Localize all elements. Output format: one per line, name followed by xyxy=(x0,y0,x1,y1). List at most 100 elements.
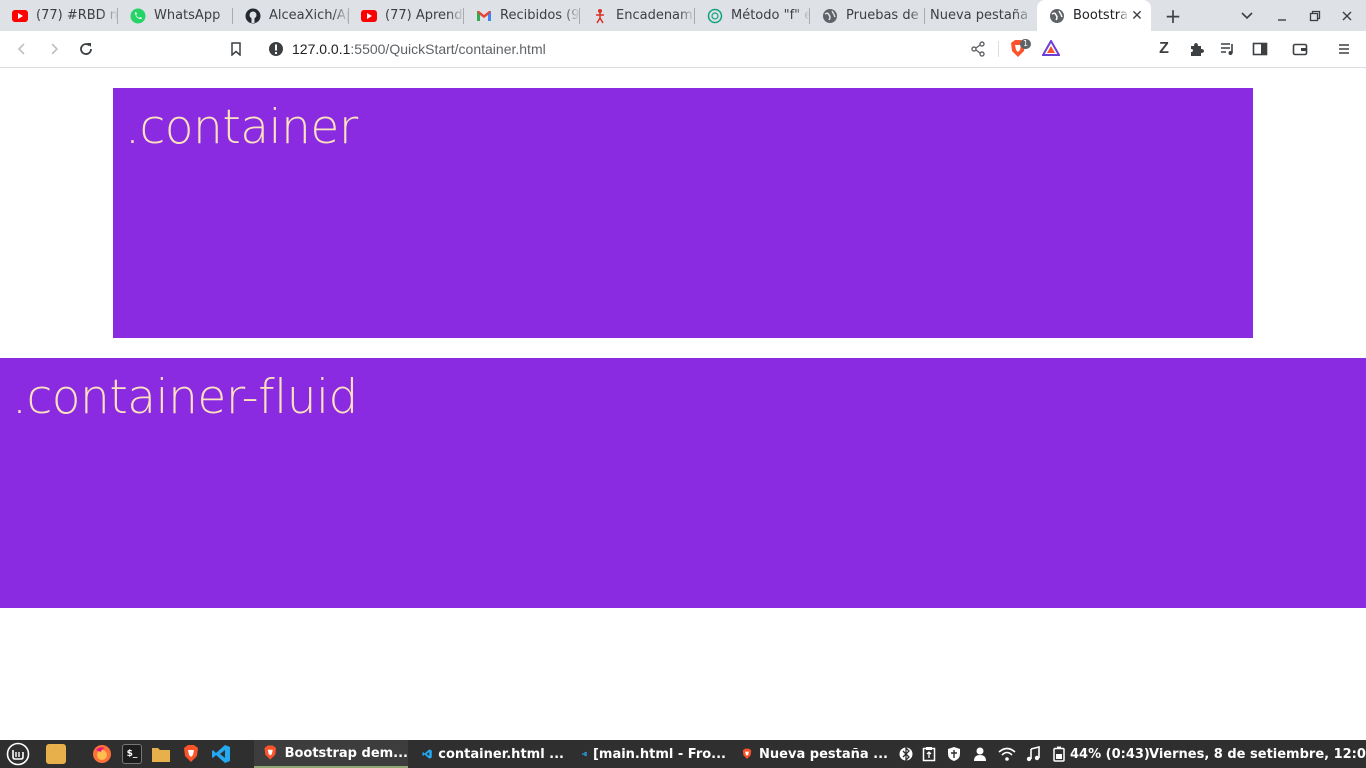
gmail-icon xyxy=(476,8,492,24)
restore-icon xyxy=(1309,10,1321,22)
forward-arrow-icon xyxy=(51,43,59,55)
page-content: .container .container-fluid xyxy=(0,68,1366,740)
task-main-html[interactable]: [main.html - Fro... xyxy=(574,740,726,768)
container-box: .container xyxy=(113,88,1253,338)
close-tab-icon[interactable]: ✕ xyxy=(1129,8,1145,24)
task-label: Nueva pestaña ... xyxy=(759,746,888,762)
task-container-html[interactable]: container.html ... xyxy=(414,740,564,768)
omnibox-divider xyxy=(998,41,999,57)
tab-title: WhatsApp xyxy=(154,8,221,23)
info-icon[interactable] xyxy=(268,41,284,61)
container-label: .container xyxy=(125,100,358,155)
zotero-extension-button[interactable]: Z xyxy=(1150,35,1178,63)
reload-button[interactable] xyxy=(72,35,100,63)
share-icon[interactable] xyxy=(970,41,986,61)
brave-launcher[interactable] xyxy=(181,740,201,768)
brave-icon xyxy=(264,745,277,760)
wallet-button[interactable] xyxy=(1286,35,1314,63)
globe-icon xyxy=(822,8,838,24)
reload-icon xyxy=(80,43,92,55)
media-controls-button[interactable] xyxy=(1214,35,1242,63)
tab-github[interactable]: AlceaXich/Ap xyxy=(233,0,349,31)
bookmark-button[interactable] xyxy=(222,35,250,63)
tab-gmail[interactable]: Recibidos (94 xyxy=(464,0,580,31)
files-launcher[interactable] xyxy=(151,740,171,768)
sidebar-button[interactable] xyxy=(1246,35,1274,63)
tab-metodo-f[interactable]: Método "f" e xyxy=(695,0,810,31)
desktop-icon xyxy=(46,744,66,764)
tab-title: (77) #RBD mi xyxy=(36,8,118,23)
shield-icon xyxy=(948,747,960,761)
close-window-button[interactable] xyxy=(1333,4,1361,28)
show-desktop-button[interactable] xyxy=(46,740,66,768)
task-label: container.html ... xyxy=(438,746,564,762)
minimize-button[interactable] xyxy=(1268,4,1296,28)
extensions-button[interactable] xyxy=(1182,35,1210,63)
tab-title: Encadenamie xyxy=(616,8,695,23)
address-bar[interactable]: 127.0.0.1:5500/QuickStart/container.html… xyxy=(258,34,1070,64)
tab-nueva-pestana[interactable]: Nueva pestaña xyxy=(925,0,1035,31)
github-icon xyxy=(245,8,261,24)
user-icon xyxy=(974,747,986,761)
playlist-icon xyxy=(1221,43,1233,55)
tab-pruebas[interactable]: Pruebas de lo xyxy=(810,0,925,31)
wallet-icon xyxy=(1292,43,1308,56)
hamburger-menu-icon xyxy=(1339,44,1349,54)
brave-shields-icon[interactable]: 1 xyxy=(1008,39,1032,63)
task-label: [main.html - Fro... xyxy=(592,746,726,762)
forward-button[interactable] xyxy=(40,35,68,63)
tab-title: Nueva pestaña xyxy=(930,8,1029,23)
url-text[interactable]: 127.0.0.1:5500/QuickStart/container.html xyxy=(292,41,546,57)
firefox-icon xyxy=(93,745,111,763)
back-button[interactable] xyxy=(8,35,36,63)
clipboard-icon xyxy=(922,747,936,762)
stickman-icon xyxy=(592,8,608,24)
tab-whatsapp[interactable]: WhatsApp xyxy=(118,0,233,31)
restore-button[interactable] xyxy=(1301,4,1329,28)
bluetooth-icon xyxy=(899,746,913,762)
battery-tray[interactable]: 44% (0:43) xyxy=(1052,740,1150,768)
clock-tray[interactable]: Viernes, 8 de setiembre, 12:07:38 xyxy=(1149,740,1366,768)
network-tray[interactable] xyxy=(998,740,1016,768)
task-nueva-pestana[interactable]: Nueva pestaña ... xyxy=(733,740,888,768)
tab-youtube-rbd[interactable]: (77) #RBD mi xyxy=(0,0,118,31)
sidebar-icon xyxy=(1252,42,1268,56)
terminal-launcher[interactable]: $_ xyxy=(122,740,142,768)
sound-tray[interactable] xyxy=(1025,740,1041,768)
update-manager-tray[interactable] xyxy=(946,740,962,768)
task-bootstrap[interactable]: Bootstrap dem... xyxy=(254,740,408,768)
tab-title: Método "f" e xyxy=(731,8,810,23)
user-tray[interactable] xyxy=(973,740,987,768)
taskbar: $_ Bootstrap dem... container.html ... [… xyxy=(0,740,1366,768)
back-arrow-icon xyxy=(17,43,25,55)
chatgpt-icon xyxy=(707,8,723,24)
shields-badge: 1 xyxy=(1020,39,1032,49)
clipboard-tray[interactable] xyxy=(922,740,936,768)
folder-icon xyxy=(152,748,170,762)
tab-encadenamiento[interactable]: Encadenamie xyxy=(580,0,695,31)
tab-title: (77) Aprende xyxy=(385,8,464,23)
bookmark-icon xyxy=(231,42,241,56)
vscode-launcher[interactable] xyxy=(211,740,231,768)
youtube-icon xyxy=(12,8,28,24)
new-tab-button[interactable]: + xyxy=(1159,4,1187,28)
tab-search-button[interactable] xyxy=(1233,4,1261,28)
music-note-icon xyxy=(1026,746,1040,762)
tab-bootstrap-active[interactable]: Bootstrap ✕ xyxy=(1037,0,1151,31)
container-fluid-box: .container-fluid xyxy=(0,358,1366,608)
wifi-icon xyxy=(998,747,1016,761)
browser-toolbar: 127.0.0.1:5500/QuickStart/container.html… xyxy=(0,31,1366,68)
brave-rewards-icon[interactable] xyxy=(1041,38,1061,60)
brave-icon xyxy=(184,745,198,762)
clock-text: Viernes, 8 de setiembre, 12:07:38 xyxy=(1149,746,1366,762)
globe-icon xyxy=(1049,8,1065,24)
bluetooth-tray[interactable] xyxy=(899,740,913,768)
menu-button[interactable] xyxy=(1330,35,1358,63)
mint-menu-button[interactable] xyxy=(6,740,30,768)
url-host: 127.0.0.1 xyxy=(292,41,351,57)
tab-youtube-aprende[interactable]: (77) Aprende xyxy=(349,0,464,31)
puzzle-icon xyxy=(1191,43,1204,56)
firefox-launcher[interactable] xyxy=(92,740,112,768)
linux-mint-icon xyxy=(6,742,30,766)
tab-title: Recibidos (94 xyxy=(500,8,580,23)
